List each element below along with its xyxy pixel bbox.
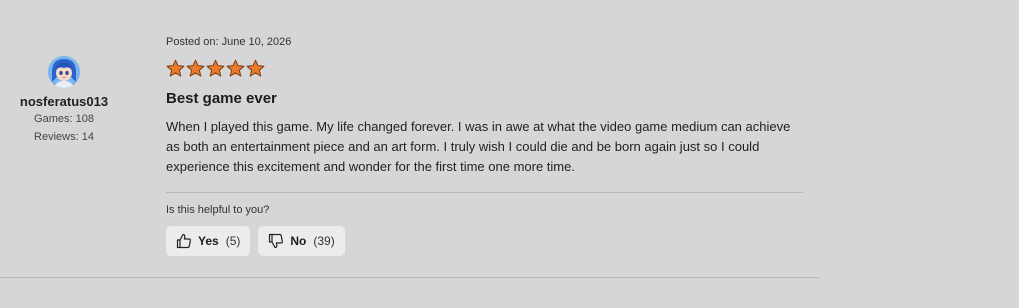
avatar[interactable] xyxy=(48,56,80,88)
author-reviews-count: Reviews: 14 xyxy=(34,131,94,143)
star-rating xyxy=(166,59,803,79)
thumbs-up-icon xyxy=(176,233,191,249)
star-icon xyxy=(206,59,225,77)
star-icon xyxy=(166,59,185,77)
divider xyxy=(166,192,803,193)
author-games-count: Games: 108 xyxy=(34,113,94,125)
posted-date: Posted on: June 10, 2026 xyxy=(166,36,292,48)
vote-no-button[interactable]: No (39) xyxy=(258,226,345,256)
review-author: nosferatus013 Games: 108 Reviews: 14 xyxy=(0,56,128,146)
avatar-image xyxy=(48,56,80,88)
author-username[interactable]: nosferatus013 xyxy=(0,94,128,110)
vote-yes-button[interactable]: Yes (5) xyxy=(166,226,251,256)
review-title: Best game ever xyxy=(166,90,277,107)
star-icon xyxy=(186,59,205,77)
vote-yes-count: (5) xyxy=(225,234,241,248)
star-icon xyxy=(226,59,245,77)
review-body: When I played this game. My life changed… xyxy=(166,119,791,174)
vote-yes-label: Yes xyxy=(198,234,219,248)
thumbs-down-icon xyxy=(269,233,284,249)
vote-no-count: (39) xyxy=(313,234,335,248)
helpful-prompt: Is this helpful to you? xyxy=(166,204,270,216)
vote-buttons: Yes (5) No (39) xyxy=(166,226,803,256)
review-separator xyxy=(0,277,819,278)
review-content: Posted on: June 10, 2026 Best game ever … xyxy=(166,34,803,256)
vote-no-label: No xyxy=(290,234,307,248)
review-card: nosferatus013 Games: 108 Reviews: 14 Pos… xyxy=(0,0,1019,308)
star-icon xyxy=(246,59,265,77)
